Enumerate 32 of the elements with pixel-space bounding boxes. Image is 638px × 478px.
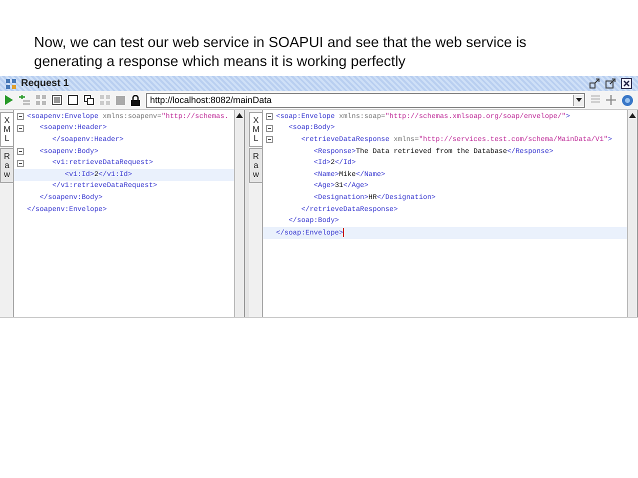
dropdown-button[interactable] <box>573 94 584 106</box>
fold-icon[interactable] <box>266 136 273 144</box>
editor-tab[interactable]: Raw <box>249 148 263 183</box>
fold-icon[interactable] <box>17 113 24 120</box>
fold-icon[interactable] <box>17 160 24 167</box>
scroll-up-arrow-icon[interactable] <box>236 113 243 118</box>
scrollbar[interactable] <box>234 110 244 317</box>
caret-icon <box>576 98 582 102</box>
run-icon[interactable] <box>5 95 13 105</box>
maximize-icon[interactable] <box>605 78 616 89</box>
fold-icon[interactable] <box>266 113 273 120</box>
editor-tab[interactable]: XML <box>249 112 263 147</box>
scrollbar[interactable] <box>627 110 637 317</box>
url-field[interactable]: http://localhost:8082/mainData <box>146 92 585 108</box>
editor-tab[interactable]: XML <box>0 112 14 147</box>
slide-caption: Now, we can test our web service in SOAPUI and see that the web service is generating a response which means it is working perfectly <box>33 34 528 72</box>
editor-tab[interactable]: Raw <box>0 148 14 183</box>
add-step-icon[interactable] <box>19 95 30 105</box>
close-icon[interactable] <box>621 78 632 89</box>
request-icon <box>6 78 16 88</box>
square-icon[interactable] <box>68 95 78 105</box>
image-icon[interactable] <box>52 95 62 105</box>
lock-icon[interactable] <box>131 94 140 106</box>
fold-icon[interactable] <box>17 148 24 156</box>
fold-icon[interactable] <box>266 124 273 132</box>
detach-icon[interactable] <box>589 78 600 89</box>
help-icon[interactable] <box>622 94 633 106</box>
copy-icon[interactable] <box>84 95 94 105</box>
scroll-up-arrow-icon[interactable] <box>629 113 636 118</box>
fold-icon[interactable] <box>17 124 24 132</box>
plus-icon[interactable] <box>606 95 616 105</box>
window-title: Request 1 <box>21 78 69 89</box>
